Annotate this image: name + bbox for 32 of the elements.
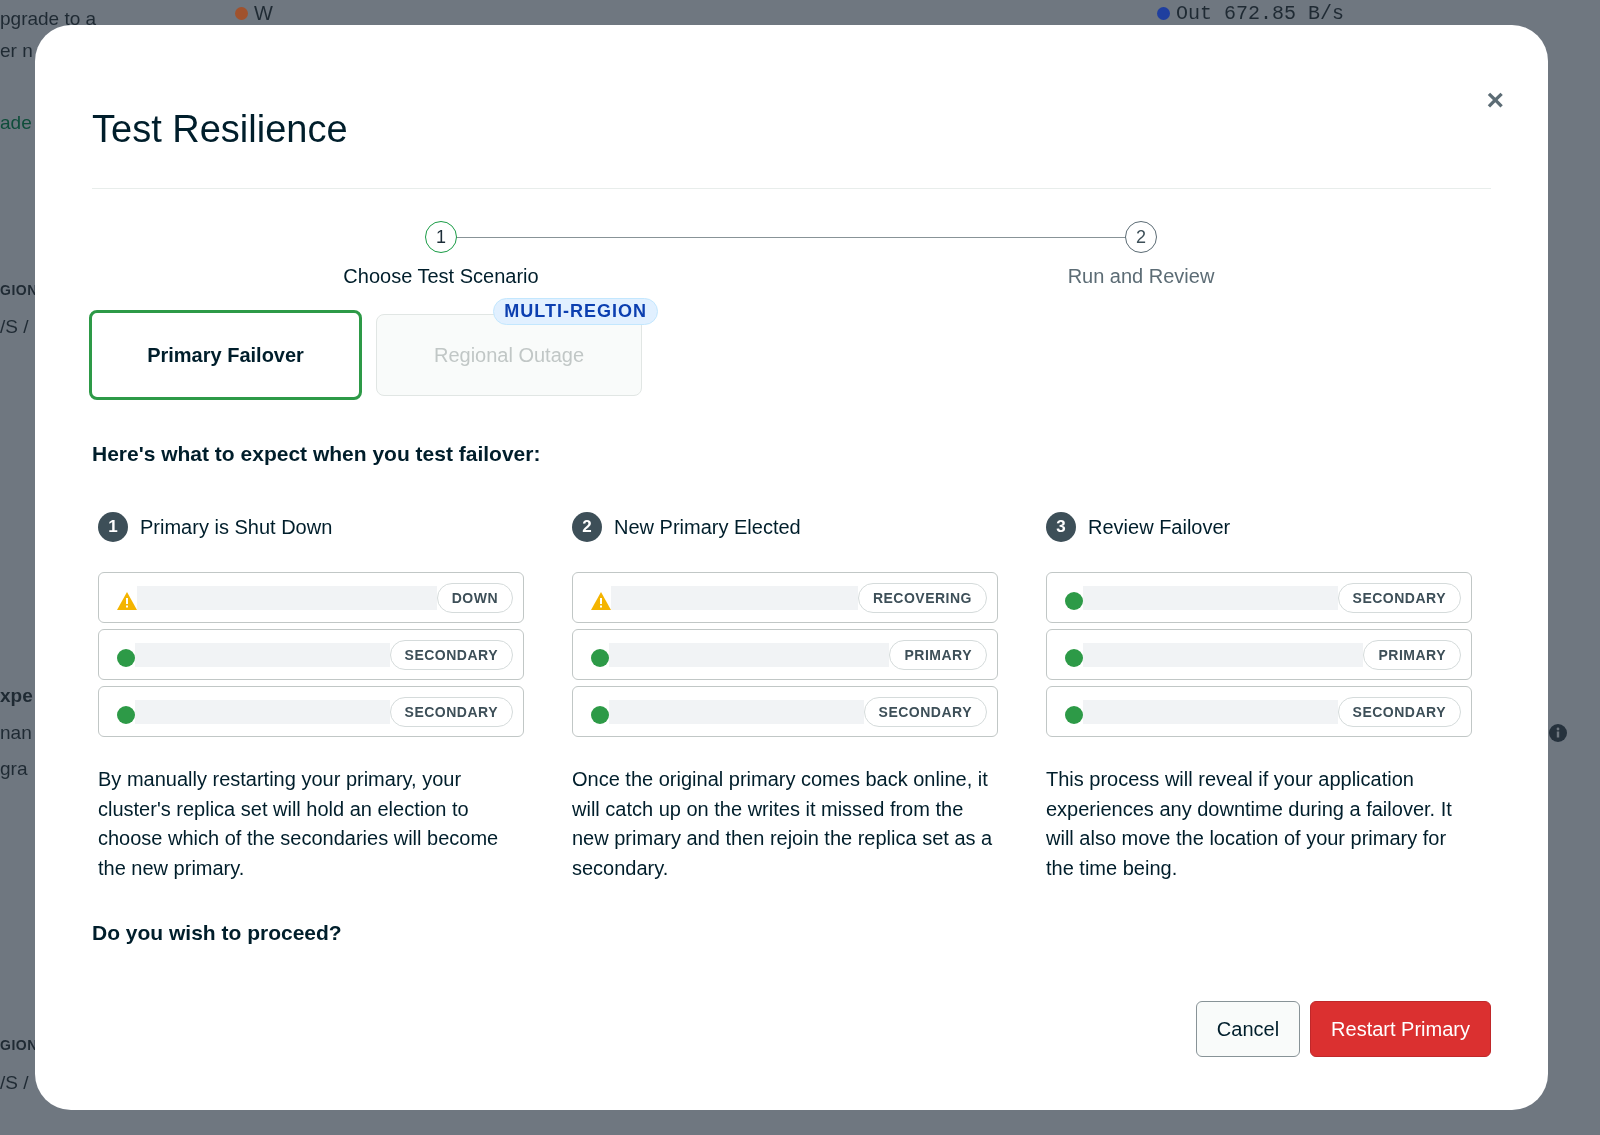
phase-title: Primary is Shut Down — [140, 515, 333, 539]
cancel-button[interactable]: Cancel — [1195, 1001, 1301, 1057]
step-number: 1 — [98, 512, 128, 542]
background-text: ade — [0, 112, 32, 134]
legend-label: Out 672.85 B/s — [1176, 2, 1345, 25]
step-number: 1 — [425, 221, 457, 253]
background-text: /S / — [0, 1072, 29, 1094]
background-text: xpe — [0, 685, 33, 707]
legend-label: W — [254, 2, 273, 25]
region-badge: MULTI-REGION — [493, 298, 658, 325]
step-label: Run and Review — [1067, 265, 1215, 288]
restart-button[interactable]: Restart Primary — [1310, 1001, 1491, 1057]
close-button[interactable]: × — [1482, 85, 1508, 115]
phase-description: This process will reveal if your application experiences any downtime during a failover. It will also move the location of your primary for the time being. — [1046, 767, 1453, 881]
modal-title: Test Resilience — [92, 107, 349, 152]
scenario-option[interactable]: Primary Failover — [89, 310, 362, 400]
step-number: 2 — [1125, 221, 1157, 253]
step-label: Choose Test Scenario — [343, 265, 539, 288]
phase-description: Once the original primary comes back online, it will catch up on the writes it missed from the new primary and then rejoin the replica set as a secondary. — [572, 767, 994, 881]
background-text: /S / — [0, 316, 29, 338]
phase-title: New Primary Elected — [614, 515, 801, 539]
confirm-question: Do you wish to proceed? — [92, 921, 343, 945]
phase-title: Review Failover — [1088, 515, 1231, 539]
phase-description: By manually restarting your primary, your cluster's replica set will hold an election to choose which of the secondaries will become the new primary. — [98, 767, 500, 881]
background-text: gra — [0, 758, 28, 780]
background-text: er n — [0, 40, 33, 62]
step-number: 2 — [572, 512, 602, 542]
section-heading: Here's what to expect when you test failover: — [92, 442, 542, 466]
background-text: pgrade to a — [0, 8, 97, 30]
info-icon — [1549, 724, 1567, 742]
background-text: nan — [0, 722, 32, 744]
step-number: 3 — [1046, 512, 1076, 542]
